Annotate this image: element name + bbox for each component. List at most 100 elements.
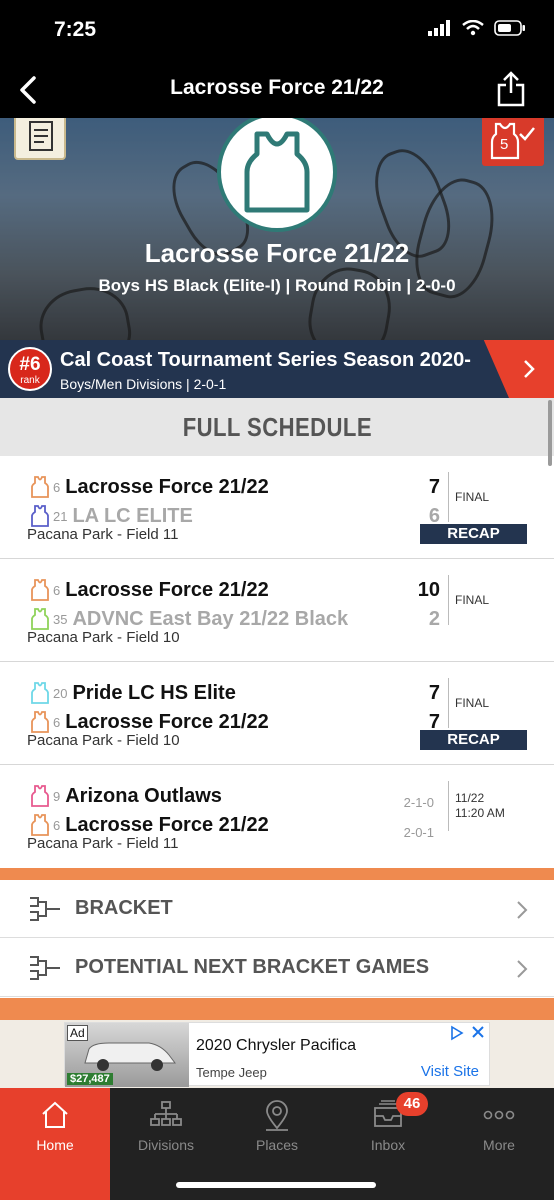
game-team-row: 9 Arizona Outlaws xyxy=(30,781,222,811)
tab-divisions[interactable]: Divisions xyxy=(111,1088,221,1172)
divider xyxy=(448,575,449,625)
tournament-subtitle: Boys/Men Divisions | 2-0-1 xyxy=(60,376,227,392)
recap-button[interactable]: RECAP xyxy=(420,730,527,750)
section-divider xyxy=(0,998,554,1020)
game-date: 11/22 xyxy=(455,791,485,805)
tab-inbox[interactable]: Inbox 46 xyxy=(333,1088,443,1172)
ad-choices xyxy=(449,1025,485,1041)
game-time: 11:20 AM xyxy=(455,806,505,820)
game-status: FINAL xyxy=(455,593,490,607)
ad-advertiser: Tempe Jeep xyxy=(196,1065,267,1080)
jersey-icon xyxy=(31,505,49,527)
inbox-badge: 46 xyxy=(396,1092,428,1116)
tournament-arrow-zone xyxy=(483,340,554,398)
tournament-banner[interactable]: #6 rank Cal Coast Tournament Series Seas… xyxy=(0,340,554,398)
jersey-icon xyxy=(31,711,49,733)
bracket-label: BRACKET xyxy=(75,897,173,919)
game-row[interactable]: 6 Lacrosse Force 21/22 21 LA LC ELITE 7 … xyxy=(0,456,554,559)
games-list: 6 Lacrosse Force 21/22 21 LA LC ELITE 7 … xyxy=(0,456,554,868)
team-name: LA LC ELITE xyxy=(72,504,193,527)
divider xyxy=(448,472,449,522)
tab-label: More xyxy=(483,1137,515,1153)
team-name: Lacrosse Force 21/22 xyxy=(65,578,269,601)
status-time: 7:25 xyxy=(54,18,97,41)
home-icon xyxy=(42,1101,68,1128)
status-icons xyxy=(428,20,526,36)
ad-image: Ad $27,487 xyxy=(65,1023,189,1087)
tab-places[interactable]: Places xyxy=(222,1088,332,1172)
game-location: Pacana Park - Field 11 xyxy=(27,526,179,543)
team-record: 2-1-0 xyxy=(403,795,434,810)
team-seed: 9 xyxy=(53,788,61,804)
team-name: Lacrosse Force 21/22 xyxy=(65,475,269,498)
team-name: Pride LC HS Elite xyxy=(72,681,236,704)
game-team-row: 6 Lacrosse Force 21/22 xyxy=(30,575,269,605)
tab-label: Inbox xyxy=(370,1137,406,1153)
team-seed: 6 xyxy=(53,714,61,730)
ad-container: Ad $27,487 2020 Chrysler Pacifica Tempe … xyxy=(0,1020,554,1088)
divider xyxy=(448,781,449,831)
jersey-check-icon xyxy=(490,122,535,160)
game-location: Pacana Park - Field 11 xyxy=(27,835,179,852)
game-team-row: 20 Pride LC HS Elite xyxy=(30,678,236,708)
jersey-icon xyxy=(244,131,310,213)
game-location: Pacana Park - Field 10 xyxy=(27,732,180,749)
potential-bracket-games-link[interactable]: POTENTIAL NEXT BRACKET GAMES xyxy=(0,939,554,997)
jersey-icon xyxy=(31,785,49,807)
section-divider xyxy=(0,868,554,880)
nav-bar: Lacrosse Force 21/22 xyxy=(0,62,554,118)
scrollbar[interactable] xyxy=(548,400,552,466)
page-title: Lacrosse Force 21/22 xyxy=(170,76,384,99)
rank-badge: #6 rank xyxy=(8,347,52,391)
game-location: Pacana Park - Field 10 xyxy=(27,629,180,646)
team-seed: 6 xyxy=(53,817,61,833)
tournament-title: Cal Coast Tournament Series Season 2020- xyxy=(60,349,471,371)
notes-icon xyxy=(29,121,53,151)
jersey-badge-count: 5 xyxy=(500,136,509,153)
team-name: ADVNC East Bay 21/22 Black xyxy=(72,607,349,630)
bracket-link[interactable]: BRACKET xyxy=(0,880,554,938)
game-status: FINAL xyxy=(455,696,490,710)
tab-label: Divisions xyxy=(137,1137,194,1153)
tab-home[interactable]: Home xyxy=(0,1088,110,1200)
signal-icon xyxy=(428,20,450,36)
wifi-icon xyxy=(462,20,484,36)
divider xyxy=(448,678,449,728)
recap-button[interactable]: RECAP xyxy=(420,524,527,544)
ad-banner[interactable]: Ad $27,487 2020 Chrysler Pacifica Tempe … xyxy=(64,1022,490,1087)
ad-headline: 2020 Chrysler Pacifica xyxy=(196,1037,357,1054)
tab-label: Home xyxy=(36,1137,74,1153)
jersey-check-badge[interactable]: 5 xyxy=(482,118,544,166)
places-icon xyxy=(266,1100,288,1131)
notes-button[interactable] xyxy=(14,118,66,160)
team-score: 2 xyxy=(428,608,440,630)
game-row[interactable]: 6 Lacrosse Force 21/22 35 ADVNC East Bay… xyxy=(0,559,554,662)
team-name: Lacrosse Force 21/22 xyxy=(65,813,269,836)
game-row[interactable]: 20 Pride LC HS Elite 6 Lacrosse Force 21… xyxy=(0,662,554,765)
jersey-icon xyxy=(31,476,49,498)
home-indicator xyxy=(176,1182,376,1188)
tab-more[interactable]: More xyxy=(444,1088,554,1172)
share-icon[interactable] xyxy=(496,70,526,108)
jersey-icon xyxy=(31,814,49,836)
team-subtitle: Boys HS Black (Elite-I) | Round Robin | … xyxy=(98,276,456,295)
battery-icon xyxy=(494,20,525,36)
team-name: Lacrosse Force 21/22 xyxy=(65,710,269,733)
game-status: FINAL xyxy=(455,490,490,504)
divisions-icon xyxy=(150,1101,182,1126)
game-row[interactable]: 9 Arizona Outlaws 6 Lacrosse Force 21/22… xyxy=(0,765,554,868)
ad-visit-site-link[interactable]: Visit Site xyxy=(421,1063,479,1080)
chevron-right-icon xyxy=(517,960,528,978)
game-datetime: 11/22 11:20 AM xyxy=(455,791,505,821)
close-icon[interactable] xyxy=(471,1025,485,1039)
tab-bar: Home Divisions Places Inbox 46 More xyxy=(0,1088,554,1200)
more-icon xyxy=(483,1110,515,1120)
potential-games-label: POTENTIAL NEXT BRACKET GAMES xyxy=(75,956,430,978)
rank-number: #6 xyxy=(19,354,41,375)
tab-label: Places xyxy=(255,1137,299,1153)
bracket-icon xyxy=(30,956,60,980)
ad-choices-icon[interactable] xyxy=(449,1025,465,1041)
team-seed: 21 xyxy=(53,508,68,524)
team-name: Lacrosse Force 21/22 xyxy=(144,238,410,268)
bracket-icon xyxy=(30,897,60,921)
